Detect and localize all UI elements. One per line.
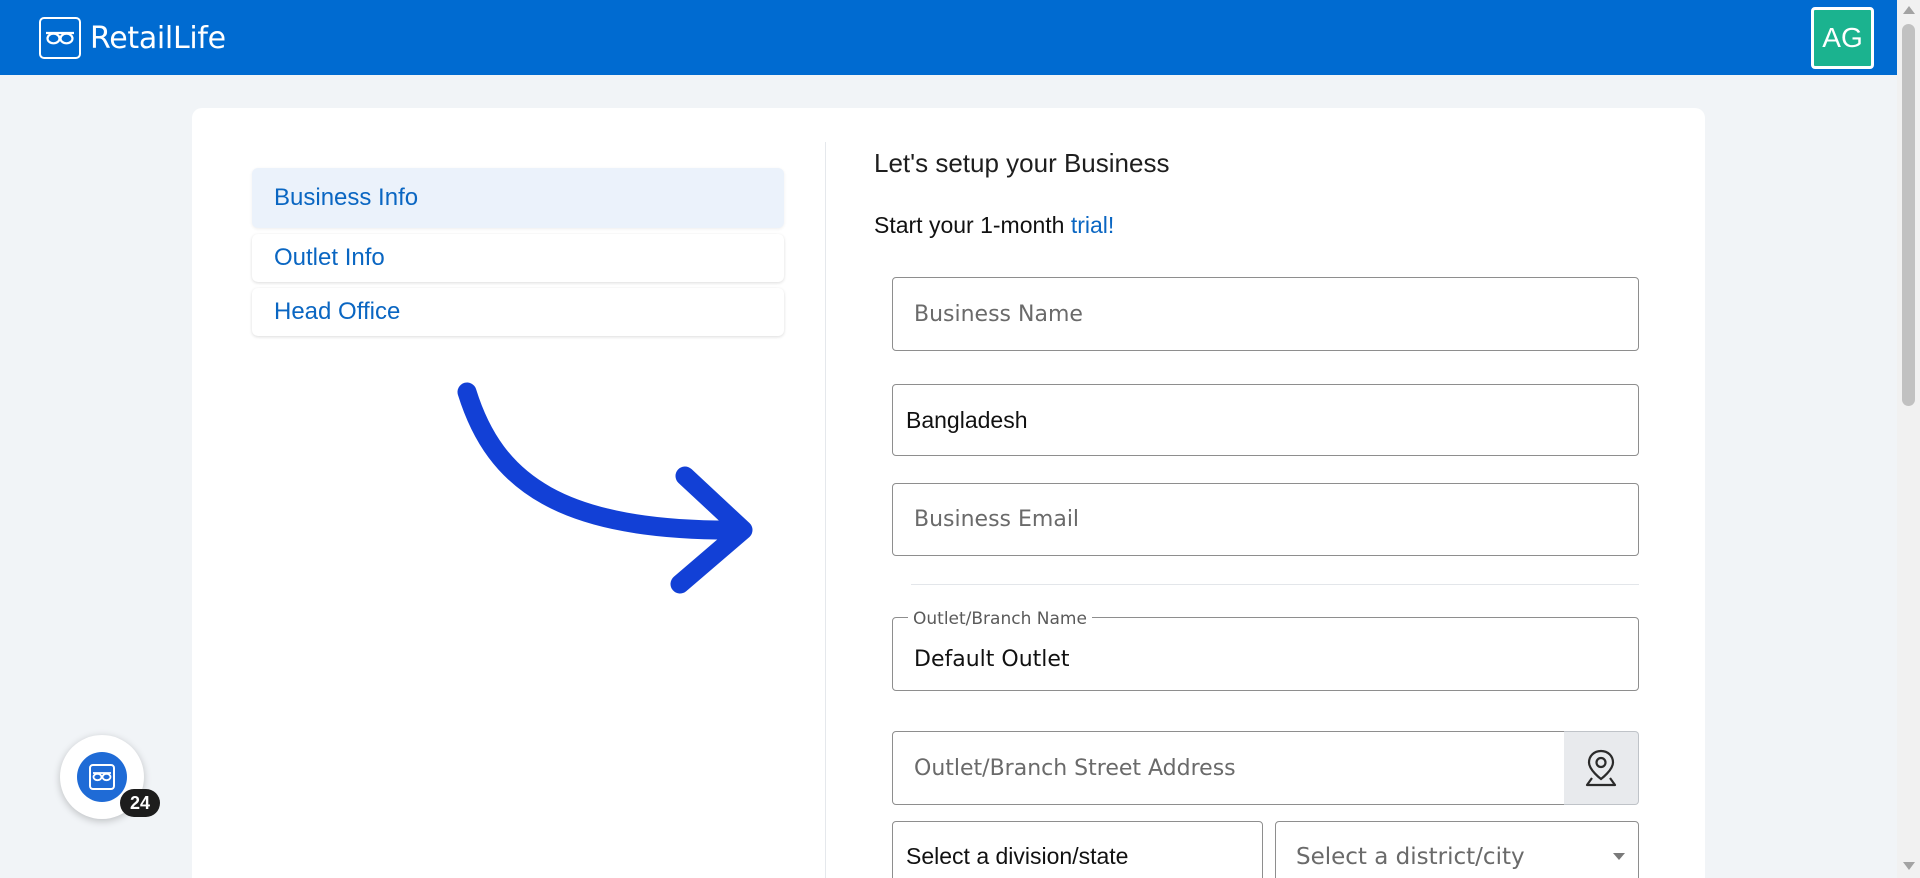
trial-subheading: Start your 1-month trial! bbox=[874, 212, 1114, 239]
brand[interactable]: RetailLife bbox=[39, 17, 226, 59]
country-field bbox=[892, 384, 1639, 456]
top-navbar: RetailLife AG bbox=[0, 0, 1897, 75]
scrollbar-thumb[interactable] bbox=[1902, 24, 1915, 406]
business-email-field bbox=[892, 483, 1639, 556]
scroll-up-arrow-icon[interactable] bbox=[1903, 6, 1915, 14]
page-scrollbar[interactable] bbox=[1897, 0, 1920, 878]
district-select[interactable]: Select a district/city bbox=[1275, 821, 1639, 878]
business-email-input[interactable] bbox=[893, 484, 1638, 555]
notification-badge: 24 bbox=[120, 789, 160, 817]
sidebar-item-outlet-info[interactable]: Outlet Info bbox=[252, 234, 784, 282]
section-divider bbox=[911, 584, 1639, 585]
scroll-down-arrow-icon[interactable] bbox=[1903, 862, 1915, 870]
sidebar-item-label: Outlet Info bbox=[274, 244, 385, 271]
chevron-down-icon bbox=[1613, 853, 1625, 860]
district-select-value: Select a district/city bbox=[1296, 844, 1525, 870]
sidebar-item-label: Head Office bbox=[274, 298, 401, 325]
division-select[interactable]: Select a division/state bbox=[892, 821, 1263, 878]
outlet-address-field bbox=[892, 731, 1565, 805]
brand-name: RetailLife bbox=[90, 20, 226, 56]
page-title: Let's setup your Business bbox=[874, 148, 1170, 178]
map-pin-icon bbox=[1585, 749, 1617, 787]
business-name-field bbox=[892, 277, 1639, 351]
sidebar-item-label: Business Info bbox=[274, 184, 419, 211]
location-picker-button[interactable] bbox=[1564, 731, 1639, 805]
user-avatar[interactable]: AG bbox=[1811, 7, 1874, 69]
subheading-text: Start your 1-month bbox=[874, 212, 1071, 238]
outlet-address-input[interactable] bbox=[893, 732, 1564, 804]
sidebar-item-business-info[interactable]: Business Info bbox=[252, 168, 784, 228]
outlet-name-label: Outlet/Branch Name bbox=[908, 609, 1092, 629]
sidebar-item-head-office[interactable]: Head Office bbox=[252, 288, 784, 336]
vertical-divider bbox=[825, 142, 826, 878]
glasses-logo-icon bbox=[77, 752, 127, 802]
curved-arrow-icon bbox=[457, 382, 753, 594]
trial-link[interactable]: trial! bbox=[1071, 212, 1114, 238]
division-select-value: Select a division/state bbox=[906, 843, 1129, 869]
business-name-input[interactable] bbox=[893, 278, 1638, 350]
glasses-logo-icon bbox=[39, 17, 81, 59]
country-input[interactable] bbox=[893, 385, 1638, 455]
